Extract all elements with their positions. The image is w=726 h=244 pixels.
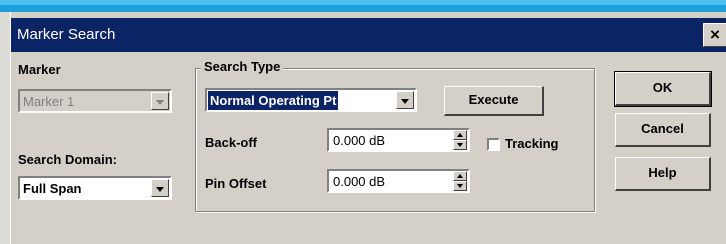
- pin-offset-label: Pin Offset: [205, 176, 267, 191]
- search-domain-dropdown-button[interactable]: [151, 179, 169, 197]
- marker-dropdown-button[interactable]: [151, 92, 169, 110]
- tracking-label: Tracking: [505, 136, 559, 151]
- pin-offset-down-arrow-icon[interactable]: [453, 181, 467, 191]
- chevron-down-icon: [156, 100, 164, 105]
- close-button[interactable]: ×: [703, 23, 726, 47]
- chevron-down-icon: [156, 187, 164, 192]
- pin-offset-value: 0.000 dB: [333, 174, 386, 189]
- ok-button[interactable]: OK: [614, 71, 712, 107]
- backoff-value: 0.000 dB: [333, 133, 386, 148]
- search-type-select[interactable]: Normal Operating Pt: [205, 88, 417, 112]
- search-domain-value: Full Span: [23, 181, 82, 196]
- pin-offset-spinbox[interactable]: 0.000 dB: [327, 169, 470, 193]
- search-domain-select[interactable]: Full Span: [18, 176, 172, 200]
- execute-button[interactable]: Execute: [444, 86, 544, 116]
- backoff-spinbox[interactable]: 0.000 dB: [327, 128, 470, 152]
- marker-label: Marker: [18, 62, 61, 77]
- search-type-group-label: Search Type: [201, 59, 284, 74]
- search-domain-label: Search Domain:: [18, 152, 117, 167]
- cancel-button[interactable]: Cancel: [615, 113, 711, 147]
- backoff-down-arrow-icon[interactable]: [453, 140, 467, 150]
- dialog-title: Marker Search: [17, 26, 116, 43]
- backoff-up-arrow-icon[interactable]: [453, 130, 467, 140]
- pin-offset-up-arrow-icon[interactable]: [453, 171, 467, 181]
- marker-select[interactable]: Marker 1: [18, 89, 172, 113]
- backoff-label: Back-off: [205, 135, 258, 150]
- search-type-value: Normal Operating Pt: [208, 91, 339, 110]
- chevron-down-icon: [401, 99, 409, 104]
- title-bar: Marker Search ×: [11, 18, 726, 52]
- tracking-checkbox[interactable]: [487, 138, 500, 151]
- marker-search-dialog: Marker Search × Marker Marker 1 Search D…: [10, 12, 726, 244]
- background-strip: [0, 0, 726, 12]
- search-type-dropdown-button[interactable]: [396, 91, 414, 109]
- help-button[interactable]: Help: [615, 157, 711, 191]
- marker-select-value: Marker 1: [23, 94, 75, 109]
